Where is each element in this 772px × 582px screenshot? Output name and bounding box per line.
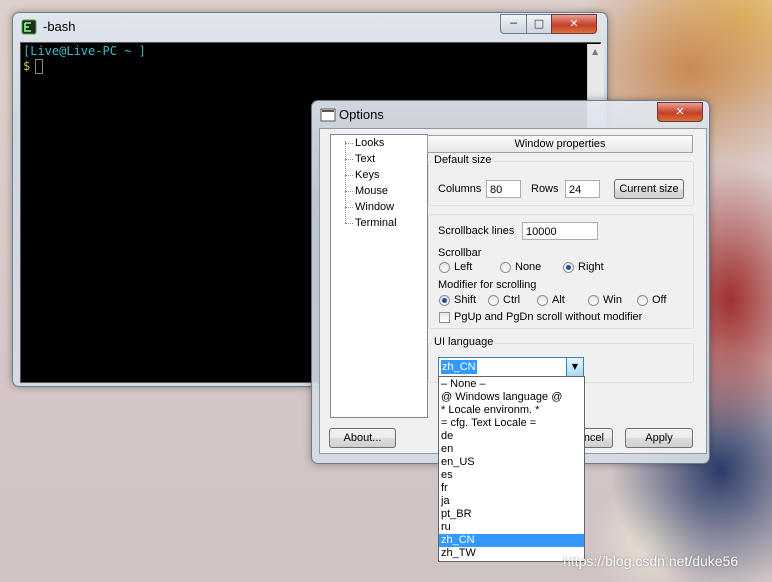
dropdown-option[interactable]: de [439, 430, 584, 443]
default-size-legend: Default size [432, 154, 494, 166]
ui-language-dropdown[interactable]: – None – @ Windows language @ * Locale e… [438, 376, 585, 562]
scrollback-label: Scrollback lines [438, 225, 515, 237]
pgup-checkbox-label[interactable]: PgUp and PgDn scroll without modifier [454, 311, 642, 323]
tree-branch [345, 191, 353, 192]
modifier-ctrl-label[interactable]: Ctrl [503, 294, 520, 306]
prompt-line: [Live@Live-PC ~ ] [23, 44, 146, 58]
mintty-icon [21, 19, 37, 35]
dropdown-option[interactable]: ja [439, 495, 584, 508]
dropdown-option[interactable]: en [439, 443, 584, 456]
options-close-button[interactable]: ✕ [657, 102, 703, 122]
tree-item-terminal[interactable]: Terminal [355, 217, 397, 229]
tree-branch [345, 223, 353, 224]
tree-branch [345, 143, 353, 144]
columns-label: Columns [438, 183, 482, 195]
modifier-alt-label[interactable]: Alt [552, 294, 565, 306]
modifier-win-label[interactable]: Win [603, 294, 622, 306]
scrollbar-left-radio[interactable] [439, 262, 450, 273]
dropdown-option[interactable]: pt_BR [439, 508, 584, 521]
close-button[interactable]: ✕ [551, 14, 597, 34]
modifier-shift-label[interactable]: Shift [454, 294, 476, 306]
tree-branch [345, 207, 353, 208]
ui-language-legend: UI language [432, 336, 496, 348]
chevron-down-icon[interactable]: ▼ [566, 358, 583, 376]
dropdown-option[interactable]: fr [439, 482, 584, 495]
columns-input[interactable]: 80 [486, 180, 521, 198]
modifier-off-radio[interactable] [637, 295, 648, 306]
scrollbar-none-radio[interactable] [500, 262, 511, 273]
category-tree[interactable]: Looks Text Keys Mouse Window Terminal [330, 134, 428, 418]
minimize-button[interactable]: ─ [500, 14, 527, 34]
tree-item-mouse[interactable]: Mouse [355, 185, 388, 197]
modifier-shift-radio[interactable] [439, 295, 450, 306]
tree-item-window[interactable]: Window [355, 201, 394, 213]
scrollbar-right-radio[interactable] [563, 262, 574, 273]
modifier-label: Modifier for scrolling [438, 279, 537, 291]
watermark: https://blog.csdn.net/duke56 [563, 553, 739, 569]
ui-language-select[interactable]: zh_CN ▼ [438, 357, 584, 377]
about-button[interactable]: About... [329, 428, 396, 448]
dropdown-option[interactable]: = cfg. Text Locale = [439, 417, 584, 430]
dropdown-option[interactable]: en_US [439, 456, 584, 469]
rows-input[interactable]: 24 [565, 180, 600, 198]
modifier-off-label[interactable]: Off [652, 294, 666, 306]
options-titlebar[interactable]: Options ✕ [312, 101, 709, 127]
tree-item-looks[interactable]: Looks [355, 137, 384, 149]
section-header: Window properties [427, 135, 693, 153]
dropdown-option[interactable]: @ Windows language @ [439, 391, 584, 404]
scrollbar-label: Scrollbar [438, 247, 482, 259]
maximize-button[interactable]: □ [526, 14, 552, 34]
scrollback-input[interactable]: 10000 [522, 222, 598, 240]
scrollbar-left-label[interactable]: Left [454, 261, 472, 273]
scrollbar-none-label[interactable]: None [515, 261, 541, 273]
terminal-title: -bash [43, 19, 76, 34]
dropdown-option[interactable]: ru [439, 521, 584, 534]
text-cursor [35, 59, 43, 74]
rows-label: Rows [531, 183, 559, 195]
modifier-win-radio[interactable] [588, 295, 599, 306]
pgup-checkbox[interactable] [439, 312, 450, 323]
dropdown-option[interactable]: * Locale environm. * [439, 404, 584, 417]
options-title: Options [339, 107, 384, 122]
ui-language-value: zh_CN [441, 360, 477, 374]
modifier-alt-radio[interactable] [537, 295, 548, 306]
options-icon [320, 107, 336, 123]
dropdown-option[interactable]: – None – [439, 378, 584, 391]
tree-branch [345, 159, 353, 160]
current-size-button[interactable]: Current size [614, 179, 684, 199]
tree-branch [345, 175, 353, 176]
apply-button[interactable]: Apply [625, 428, 693, 448]
dropdown-option-selected[interactable]: zh_CN [439, 534, 584, 547]
tree-item-text[interactable]: Text [355, 153, 375, 165]
scrollbar-right-label[interactable]: Right [578, 261, 604, 273]
tree-line [345, 141, 346, 223]
scroll-up-icon[interactable]: ▲ [592, 47, 598, 56]
tree-item-keys[interactable]: Keys [355, 169, 379, 181]
modifier-ctrl-radio[interactable] [488, 295, 499, 306]
dropdown-option[interactable]: es [439, 469, 584, 482]
terminal-titlebar[interactable]: -bash ─ □ ✕ [13, 13, 607, 39]
